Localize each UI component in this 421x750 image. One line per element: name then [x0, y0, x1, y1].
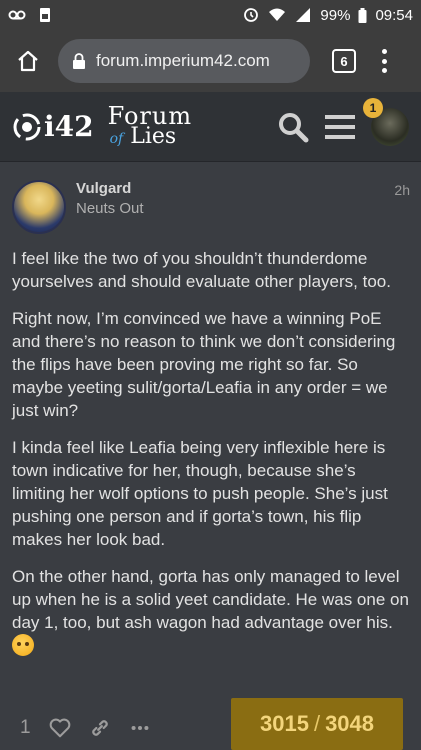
tab-switcher-button[interactable]: 6: [332, 49, 356, 73]
post: Vulgard Neuts Out 2h I feel like the two…: [0, 162, 421, 750]
post-paragraph: I kinda feel like Leafia being very infl…: [12, 438, 388, 549]
progress-separator: /: [313, 711, 321, 736]
post-paragraph-last: On the other hand, gorta has only manage…: [12, 565, 410, 658]
post-date[interactable]: 2h: [394, 182, 410, 198]
url-text: forum.imperium42.com: [96, 51, 270, 70]
overflow-menu-button[interactable]: [380, 49, 388, 73]
battery-icon: [358, 7, 367, 23]
notification-badge[interactable]: 1: [363, 97, 383, 118]
status-bar: 99% 09:54: [0, 0, 421, 30]
progress-current: 3015: [259, 711, 309, 736]
progress-total: 3048: [325, 711, 375, 736]
lock-icon: [73, 53, 85, 69]
heart-icon[interactable]: [49, 717, 71, 739]
logo-word-of: of: [109, 131, 124, 148]
i42-logo[interactable]: i42: [12, 110, 94, 143]
logo-word-lies: Lies: [130, 124, 177, 150]
post-body: I feel like the two of you shouldn’t thu…: [12, 247, 410, 672]
author-title: Neuts Out: [76, 200, 144, 217]
menu-dot-icon: [381, 68, 387, 73]
clock: 09:54: [375, 6, 413, 24]
sim-card-icon: [40, 8, 50, 22]
hamburger-menu-icon[interactable]: [325, 114, 355, 140]
author-avatar[interactable]: [12, 180, 66, 234]
home-icon: [18, 50, 38, 72]
forum-of-lies-logo[interactable]: Forum of Lies: [108, 104, 192, 150]
post-header: Vulgard Neuts Out 2h: [12, 180, 412, 240]
battery-percent: 99%: [320, 6, 351, 24]
menu-dot-icon: [381, 49, 387, 54]
alarm-icon: [244, 8, 259, 22]
forum-header: i42 Forum of Lies 1: [0, 92, 421, 162]
voicemail-icon: [8, 10, 26, 20]
post-paragraph-text: On the other hand, gorta has only manage…: [12, 567, 409, 632]
url-bar[interactable]: forum.imperium42.com: [58, 39, 310, 83]
home-button[interactable]: [12, 45, 44, 77]
post-paragraph: I feel like the two of you shouldn’t thu…: [12, 249, 391, 291]
user-avatar[interactable]: 1: [363, 97, 409, 146]
i42-swirl-icon: [13, 113, 41, 140]
wifi-icon: [269, 8, 286, 21]
post-actions: 1: [20, 717, 151, 739]
post-paragraph: Right now, I’m convinced we have a winni…: [12, 309, 396, 420]
like-count[interactable]: 1: [20, 717, 31, 739]
search-icon[interactable]: [277, 111, 309, 143]
browser-toolbar: forum.imperium42.com 6: [0, 30, 421, 92]
i42-logo-text: i42: [44, 110, 94, 143]
topic-progress[interactable]: 3015 / 3048: [231, 698, 403, 750]
signal-icon: [296, 8, 311, 22]
author-name[interactable]: Vulgard: [76, 180, 131, 197]
link-icon[interactable]: [89, 717, 111, 739]
menu-dot-icon: [381, 58, 387, 64]
thinking-emoji-icon: [12, 634, 34, 656]
more-actions-icon[interactable]: [129, 717, 151, 739]
